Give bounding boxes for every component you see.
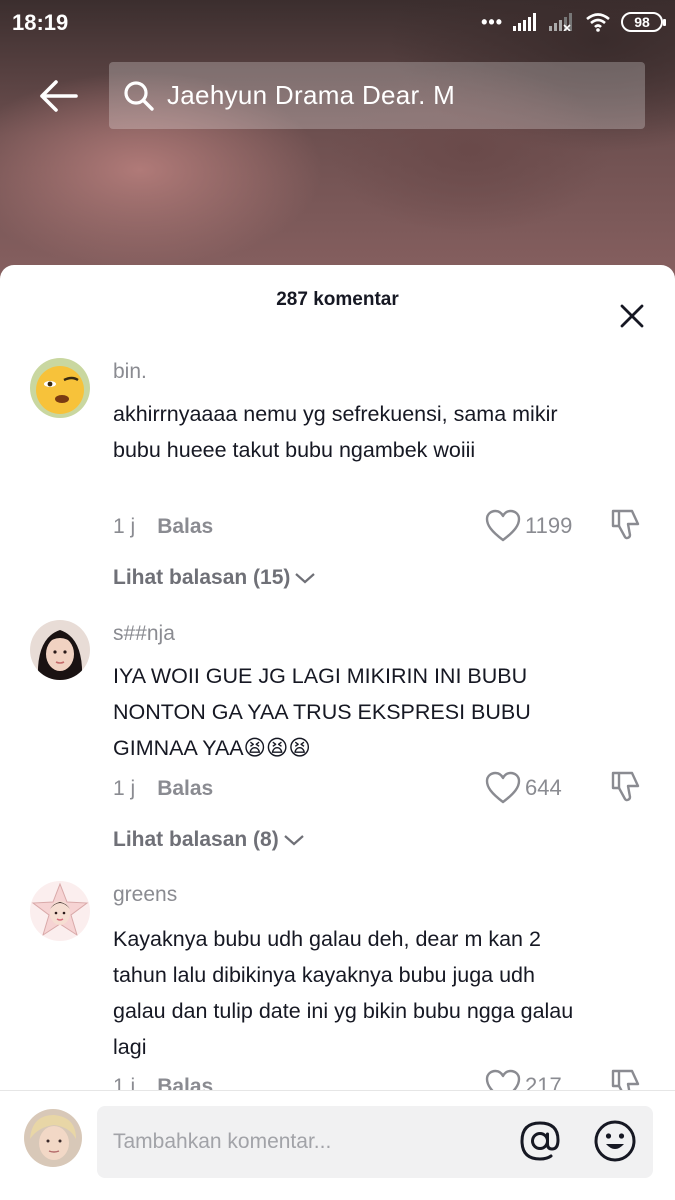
my-avatar[interactable] [24,1109,82,1167]
comment-item: s##nja IYA WOII GUE JG LAGI MIKIRIN INI … [0,620,675,870]
reply-button[interactable]: Balas [157,515,213,539]
comment-item: bin. akhirrnyaaaa nemu yg sefrekuensi, s… [0,358,675,608]
more-dots-icon: ••• [481,12,503,32]
view-replies-button[interactable]: Lihat balasan (15) [113,566,316,590]
comment-username[interactable]: bin. [113,360,147,384]
status-icons: ••• 98 [481,12,666,32]
mention-icon[interactable] [517,1118,563,1164]
comment-time: 1 j [113,777,136,800]
avatar[interactable] [30,358,90,418]
like-button[interactable]: 644 [485,771,562,805]
view-replies-label: Lihat balasan (8) [113,828,279,851]
like-button[interactable]: 1199 [485,509,572,543]
heart-icon [485,771,521,804]
comment-text: akhirrnyaaaa nemu yg sefrekuensi, sama m… [113,402,558,462]
close-icon[interactable] [617,301,647,331]
status-time: 18:19 [12,10,69,35]
chevron-down-icon [283,835,304,846]
like-button[interactable]: 217 [485,1069,562,1092]
comment-meta: 1 j Balas [113,777,213,801]
avatar[interactable] [30,881,90,941]
comment-input-placeholder: Tambahkan komentar... [113,1130,332,1153]
comment-item: greens Kayaknya bubu udh galau deh, dear… [0,881,675,1092]
comment-time: 1 j [113,515,136,538]
comment-username[interactable]: s##nja [113,622,175,646]
search-input[interactable]: Jaehyun Drama Dear. M [109,62,645,129]
sheet-header: 287 komentar [0,265,675,340]
comment-meta: 1 j Balas [113,515,213,539]
reply-button[interactable]: Balas [157,777,213,801]
dislike-icon[interactable] [608,770,642,804]
like-count: 1199 [525,513,573,538]
search-icon [124,80,154,111]
signal-weak-icon [549,13,572,31]
dislike-icon[interactable] [608,508,642,542]
comment-text: IYA WOII GUE JG LAGI MIKIRIN INI BUBU NO… [113,664,531,760]
comment-count-title: 287 komentar [276,289,399,310]
view-replies-label: Lihat balasan (15) [113,566,291,589]
heart-icon [485,509,521,542]
wifi-icon [586,13,610,32]
like-count: 644 [525,775,562,800]
battery-indicator: 98 [621,12,666,32]
comment-username[interactable]: greens [113,883,177,907]
chevron-down-icon [295,573,316,584]
signal-icon [513,13,536,31]
back-button[interactable] [36,74,80,118]
status-bar: 18:19 ••• 98 [0,0,675,46]
comment-sheet: 287 komentar bin. akhirrnyaaaa nemu yg s… [0,265,675,1200]
search-query: Jaehyun Drama Dear. M [167,80,456,110]
comment-composer: Tambahkan komentar... [0,1090,675,1200]
heart-icon [485,1069,521,1092]
comment-list[interactable]: bin. akhirrnyaaaa nemu yg sefrekuensi, s… [0,340,675,1092]
comment-input[interactable]: Tambahkan komentar... [97,1106,653,1178]
avatar[interactable] [30,620,90,680]
comment-text: Kayaknya bubu udh galau deh, dear m kan … [113,927,574,1059]
back-arrow-icon [40,80,78,112]
emoji-icon[interactable] [592,1118,638,1164]
view-replies-button[interactable]: Lihat balasan (8) [113,828,305,852]
dislike-icon[interactable] [608,1068,642,1092]
